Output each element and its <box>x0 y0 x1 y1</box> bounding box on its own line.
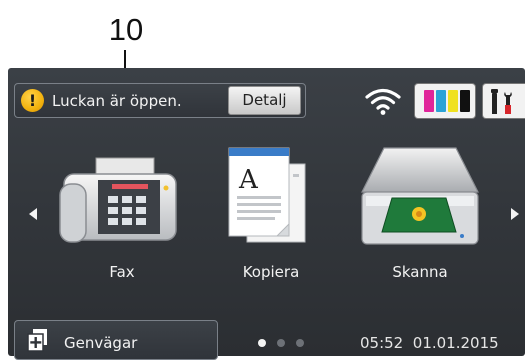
ink-cartridges-button[interactable] <box>414 83 476 119</box>
detail-button[interactable]: Detalj <box>228 86 301 115</box>
copy-icon: A <box>228 147 306 243</box>
tools-icon <box>491 89 512 114</box>
ink-yellow-bar <box>448 90 458 112</box>
wifi-icon[interactable] <box>364 86 402 116</box>
shortcuts-label: Genvägar <box>64 334 138 352</box>
fax-icon <box>59 157 177 243</box>
page-indicator-dot-1 <box>258 339 266 347</box>
settings-button[interactable] <box>482 83 525 119</box>
warning-icon <box>21 89 44 112</box>
callout-number: 10 <box>108 12 144 47</box>
page-indicator-dot-3 <box>296 339 304 347</box>
ink-cyan-bar <box>436 90 446 112</box>
clock-date: 01.01.2015 <box>412 334 499 352</box>
add-shortcut-icon <box>27 329 47 352</box>
app-label-copy: Kopiera <box>242 263 300 281</box>
ink-black-bar <box>460 90 470 112</box>
clock-time: 05:52 <box>360 334 404 352</box>
app-label-fax: Fax <box>109 263 135 281</box>
ink-magenta-bar <box>424 90 434 112</box>
clock: 05:52 01.01.2015 <box>360 333 499 353</box>
scroll-right-arrow-icon[interactable] <box>511 208 519 220</box>
status-message: Luckan är öppen. <box>52 92 182 110</box>
page-indicator-dot-2 <box>277 339 285 347</box>
app-tile-copy[interactable]: A Kopiera <box>205 140 337 290</box>
scroll-left-arrow-icon[interactable] <box>29 208 37 220</box>
app-tile-fax[interactable]: Fax <box>56 140 188 290</box>
svg-text:A: A <box>238 165 259 195</box>
app-label-scan: Skanna <box>392 263 448 281</box>
app-tile-scan[interactable]: Skanna <box>354 140 486 290</box>
scanner-icon <box>361 147 479 245</box>
